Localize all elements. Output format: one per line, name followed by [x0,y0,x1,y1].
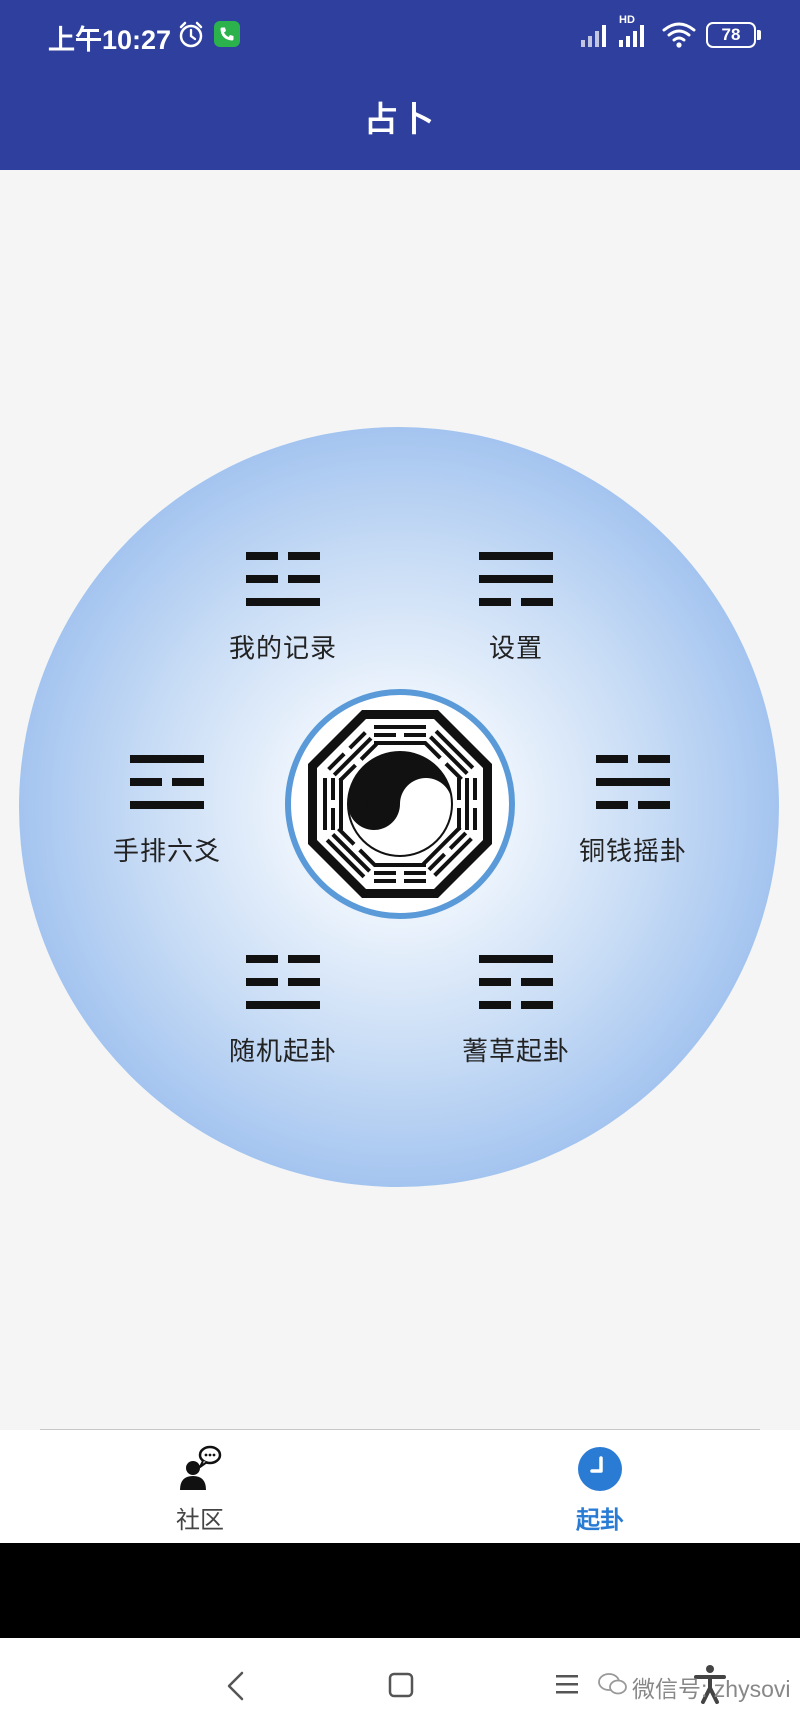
tab-community[interactable]: 社区 [100,1430,300,1543]
wifi-icon [662,22,696,48]
trigram-kun-icon [246,552,320,606]
status-bar: 上午10:27 HD 78 [0,0,800,72]
bagua-yin-yang-icon [285,689,515,919]
signal-icon [581,25,606,47]
menu-item-my-records[interactable]: 我的记录 [183,552,383,665]
trigram-xun-icon [479,552,553,606]
clock-icon [578,1447,622,1491]
system-nav-bar: 微信号: zhysovi [0,1638,800,1733]
phone-icon [214,21,240,47]
alarm-icon [179,21,203,48]
page-title: 占卜 [364,100,436,140]
status-time: 上午10:27 [48,25,172,55]
watermark-text: 微信号: zhysovi [632,1676,791,1702]
back-icon[interactable] [224,1671,246,1701]
bagua-center-button[interactable] [284,688,516,920]
battery-icon: 78 [706,22,756,48]
screen-border [0,1543,800,1638]
trigram-dui-icon [246,955,320,1009]
bottom-tab-bar: 社区 起卦 [0,1430,800,1543]
menu-item-random-divination[interactable]: 随机起卦 [183,955,383,1068]
tab-divination[interactable]: 起卦 [500,1430,700,1543]
home-icon[interactable] [388,1672,414,1698]
wechat-icon [598,1673,627,1695]
battery-level: 78 [721,25,741,44]
menu-item-label: 设置 [488,634,543,664]
menu-item-label: 手排六爻 [112,837,221,867]
tab-label: 起卦 [576,1506,624,1534]
menu-item-label: 蓍草起卦 [461,1037,570,1067]
trigram-zhen-icon [596,755,670,809]
trigram-gen-icon [479,955,553,1009]
menu-item-label: 铜钱摇卦 [578,837,687,867]
menu-item-manual-six-yao[interactable]: 手排六爻 [67,755,267,868]
menu-item-coin-toss[interactable]: 铜钱摇卦 [533,755,733,868]
menu-item-settings[interactable]: 设置 [416,552,616,665]
app-header: 上午10:27 HD 78 占卜 [0,0,800,170]
menu-item-label: 我的记录 [228,634,337,664]
tab-label: 社区 [176,1506,224,1534]
hd-badge: HD [619,14,635,26]
battery-tip [757,30,761,40]
community-chat-icon [180,1445,222,1490]
menu-item-label: 随机起卦 [228,1037,337,1067]
trigram-kan-icon [130,755,204,809]
recents-icon[interactable] [555,1672,579,1696]
menu-item-yarrow-divination[interactable]: 蓍草起卦 [416,955,616,1068]
